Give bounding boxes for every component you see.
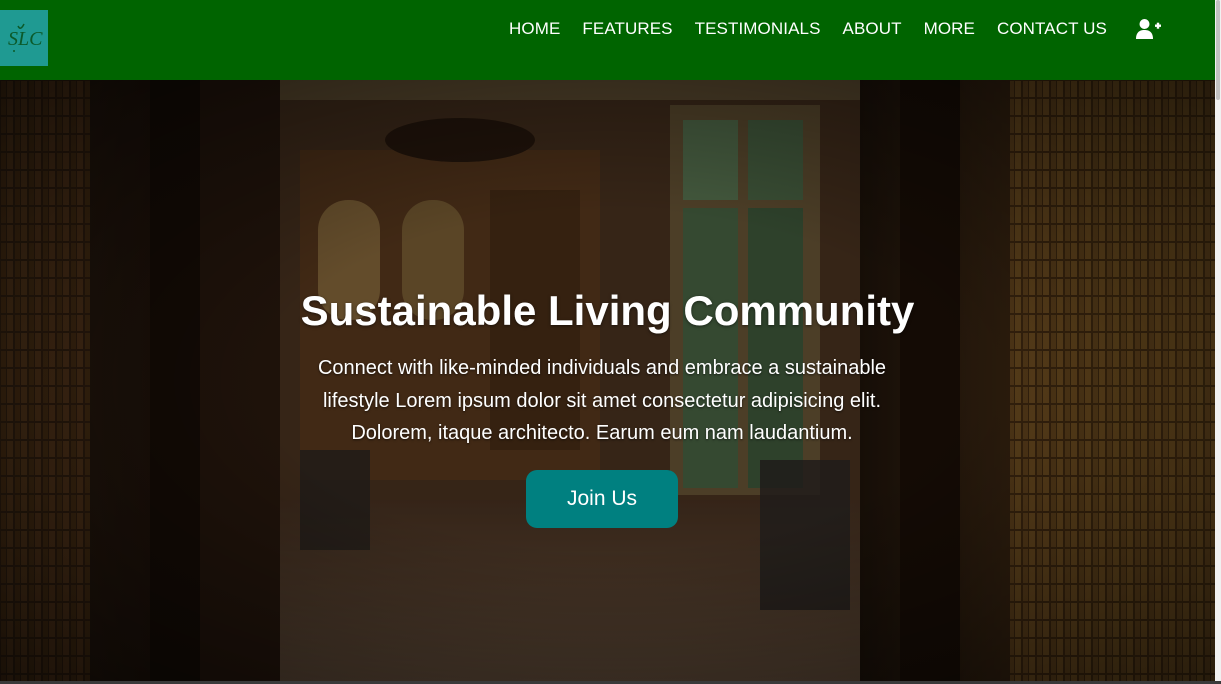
page: SLC HOME FEATURES TESTIMONIALS ABOUT MOR… [0, 0, 1221, 684]
nav-testimonials[interactable]: TESTIMONIALS [695, 18, 821, 40]
user-plus-icon[interactable] [1136, 18, 1162, 40]
nav-contact-us[interactable]: CONTACT US [997, 18, 1107, 40]
hero-section: Sustainable Living Community Connect wit… [0, 80, 1215, 681]
hero-description: Connect with like-minded individuals and… [317, 357, 887, 444]
nav-about[interactable]: ABOUT [843, 18, 902, 40]
scrollbar-thumb[interactable] [1216, 0, 1220, 100]
nav-more[interactable]: MORE [924, 18, 975, 40]
navbar: SLC HOME FEATURES TESTIMONIALS ABOUT MOR… [0, 0, 1215, 80]
logo[interactable]: SLC [0, 10, 48, 66]
hero-content: Sustainable Living Community Connect wit… [0, 80, 1215, 681]
nav-features[interactable]: FEATURES [582, 18, 672, 40]
main-nav: HOME FEATURES TESTIMONIALS ABOUT MORE CO… [509, 18, 1107, 40]
page-scrollbar[interactable] [1215, 0, 1221, 684]
join-us-button[interactable]: Join Us [526, 470, 678, 528]
hero-title: Sustainable Living Community [300, 287, 915, 334]
logo-mark-text: SLC [8, 28, 43, 50]
nav-home[interactable]: HOME [509, 18, 560, 40]
logo-mark: SLC [8, 23, 43, 52]
